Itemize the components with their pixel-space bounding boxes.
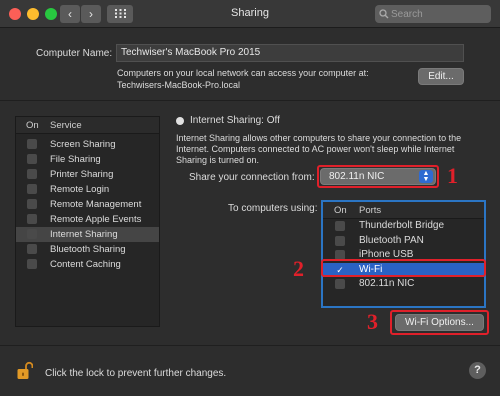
port-checkbox[interactable] — [335, 279, 345, 289]
service-label: Remote Login — [50, 184, 110, 195]
service-label: Internet Sharing — [50, 229, 118, 240]
service-label: Bluetooth Sharing — [50, 244, 126, 255]
port-checkbox[interactable] — [335, 235, 345, 246]
annotation-number-1: 1 — [447, 163, 458, 188]
port-row-802-11n-nic[interactable]: 802.11n NIC — [323, 277, 484, 292]
col-service-header: Service — [50, 120, 82, 131]
service-row-remote-login[interactable]: Remote Login — [16, 182, 159, 197]
share-from-value: 802.11n NIC — [329, 171, 385, 182]
port-row-bluetooth-pan[interactable]: Bluetooth PAN — [323, 234, 484, 249]
search-field[interactable] — [375, 5, 491, 23]
ports-header: On Ports — [323, 202, 484, 219]
share-from-popup[interactable]: 802.11n NIC ▲ ▼ — [320, 168, 436, 185]
show-all-button[interactable] — [107, 5, 133, 23]
popup-arrows-icon: ▲ ▼ — [419, 170, 433, 183]
service-label: Printer Sharing — [50, 169, 114, 180]
port-checkbox[interactable] — [335, 221, 345, 231]
service-label: Remote Management — [50, 199, 142, 210]
port-label: Bluetooth PAN — [359, 234, 424, 246]
port-checkbox-checked[interactable]: ✓ — [335, 265, 345, 275]
service-row-internet-sharing[interactable]: Internet Sharing — [16, 227, 159, 242]
port-label: Thunderbolt Bridge — [359, 220, 445, 231]
service-row-printer-sharing[interactable]: Printer Sharing — [16, 167, 159, 182]
service-row-remote-management[interactable]: Remote Management — [16, 197, 159, 212]
zoom-button[interactable] — [45, 8, 57, 20]
port-label: Wi-Fi — [359, 263, 383, 275]
search-icon — [379, 9, 389, 19]
services-header: On Service — [16, 117, 159, 134]
service-checkbox[interactable] — [27, 244, 37, 254]
chevron-right-icon: › — [89, 7, 93, 21]
service-checkbox[interactable] — [27, 184, 37, 194]
service-checkbox[interactable] — [27, 259, 37, 269]
port-label: iPhone USB — [359, 249, 414, 260]
ports-col-on-header: On — [334, 205, 347, 216]
service-row-bluetooth-sharing[interactable]: Bluetooth Sharing — [16, 242, 159, 257]
annotation-number-2: 2 — [293, 256, 304, 281]
annotation-number-3: 3 — [367, 309, 378, 334]
search-input[interactable] — [391, 5, 487, 23]
sharing-status: Internet Sharing: Off — [190, 115, 280, 126]
lock-hint: Click the lock to prevent further change… — [45, 368, 227, 379]
computer-address: Techwisers-MacBook-Pro.local — [117, 80, 241, 90]
footer-divider — [0, 345, 500, 346]
service-checkbox[interactable] — [27, 139, 37, 149]
services-list[interactable]: On Service Screen Sharing File Sharing P… — [15, 116, 160, 327]
divider — [0, 100, 500, 101]
port-row-iphone-usb[interactable]: iPhone USB — [323, 248, 484, 263]
service-checkbox[interactable] — [27, 199, 37, 209]
computer-address-info: Computers on your local network can acce… — [117, 68, 369, 78]
close-button[interactable] — [9, 8, 21, 20]
service-label: Content Caching — [50, 259, 121, 270]
ports-list[interactable]: On Ports Thunderbolt Bridge Bluetooth PA… — [321, 200, 486, 308]
to-computers-label: To computers using: — [228, 203, 318, 214]
chevron-left-icon: ‹ — [68, 7, 72, 21]
help-button[interactable]: ? — [469, 362, 486, 379]
port-row-wifi[interactable]: ✓ Wi-Fi — [323, 262, 484, 277]
service-label: Screen Sharing — [50, 139, 116, 150]
service-row-content-caching[interactable]: Content Caching — [16, 257, 159, 272]
unlocked-lock-icon[interactable] — [17, 361, 33, 381]
port-label: 802.11n NIC — [359, 278, 415, 289]
wifi-options-button[interactable]: Wi-Fi Options... — [395, 314, 484, 331]
computer-name-field[interactable]: Techwiser's MacBook Pro 2015 — [116, 44, 464, 62]
minimize-button[interactable] — [27, 8, 39, 20]
service-checkbox[interactable] — [27, 214, 37, 224]
sharing-description: Internet Sharing allows other computers … — [176, 133, 462, 165]
status-indicator — [176, 117, 184, 125]
service-checkbox[interactable] — [27, 169, 37, 179]
forward-button[interactable]: › — [81, 5, 101, 23]
service-row-remote-apple-events[interactable]: Remote Apple Events — [16, 212, 159, 227]
service-checkbox[interactable] — [27, 154, 37, 164]
service-checkbox[interactable] — [27, 229, 37, 239]
computer-name-label: Computer Name: — [36, 48, 113, 59]
port-row-thunderbolt-bridge[interactable]: Thunderbolt Bridge — [323, 219, 484, 234]
back-button[interactable]: ‹ — [60, 5, 80, 23]
edit-button[interactable]: Edit... — [418, 68, 464, 85]
ports-col-ports-header: Ports — [359, 205, 382, 216]
service-row-file-sharing[interactable]: File Sharing — [16, 152, 159, 167]
port-checkbox[interactable] — [335, 250, 345, 260]
service-label: Remote Apple Events — [50, 214, 142, 225]
title-bar: ‹ › Sharing — [0, 0, 500, 28]
service-label: File Sharing — [50, 154, 101, 165]
checkmark-icon: ✓ — [336, 264, 344, 275]
grid-icon — [114, 9, 126, 18]
service-row-screen-sharing[interactable]: Screen Sharing — [16, 137, 159, 152]
sharing-window: ‹ › Sharing Computer Name: Techwiser's M… — [0, 0, 500, 396]
col-on-header: On — [26, 120, 39, 131]
share-from-label: Share your connection from: — [189, 172, 315, 183]
